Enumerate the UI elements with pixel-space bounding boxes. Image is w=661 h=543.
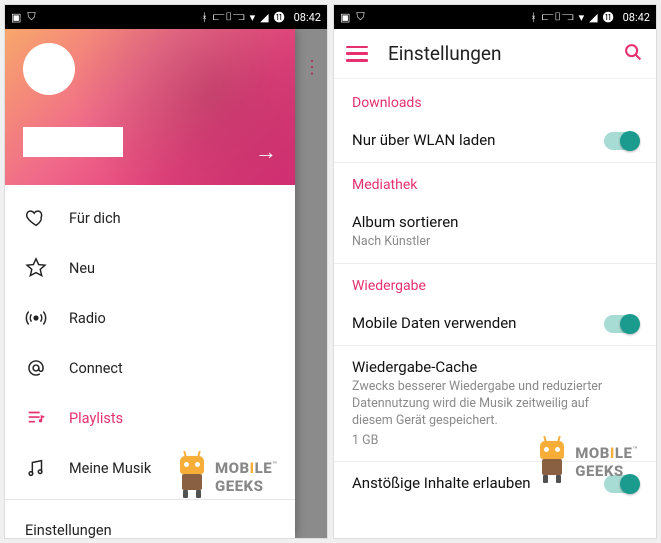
nav-item-my-music[interactable]: Meine Musik: [5, 443, 295, 493]
nav-label: Radio: [69, 310, 106, 327]
nav-item-connect[interactable]: Connect: [5, 343, 295, 393]
setting-title: Wiedergabe-Cache: [352, 358, 638, 376]
setting-title: Mobile Daten verwenden: [352, 314, 604, 332]
nav-label: Meine Musik: [69, 460, 151, 477]
wifi-icon: ▾: [250, 11, 256, 24]
setting-album-sort[interactable]: Album sortieren Nach Künstler: [334, 201, 656, 263]
setting-subtitle: Zwecks besserer Wiedergabe und reduziert…: [352, 379, 638, 430]
at-icon: [25, 357, 47, 379]
screenshot-left: ▣ ⛉ ᚼ ⫍▯⫎ ▾ ◢ ⓫ 08:42 ⋮ →: [4, 4, 328, 539]
nav-item-radio[interactable]: Radio: [5, 293, 295, 343]
playlist-icon: [25, 407, 47, 429]
toggle-switch[interactable]: [604, 132, 638, 150]
shield-icon: ⛉: [27, 10, 35, 24]
page-title: Einstellungen: [388, 42, 602, 65]
app-bar: Einstellungen: [334, 29, 656, 79]
setting-title: Anstößige Inhalte erlauben: [352, 474, 604, 492]
screenshot-right: ▣ ⛉ ᚼ ⫍▯⫎ ▾ ◢ ⓫ 08:42 Einstellungen Down…: [333, 4, 657, 539]
heart-icon: [25, 207, 47, 229]
arrow-right-icon[interactable]: →: [255, 139, 277, 165]
bluetooth-icon: ᚼ: [530, 11, 537, 24]
section-header-mediathek: Mediathek: [334, 163, 656, 201]
nav-label: Für dich: [69, 210, 121, 227]
pause-circle-icon: ⓫: [274, 9, 285, 25]
radio-icon: [25, 307, 47, 329]
avatar[interactable]: [23, 43, 75, 95]
setting-playback-cache[interactable]: Wiedergabe-Cache Zwecks besserer Wiederg…: [334, 346, 656, 462]
hamburger-icon[interactable]: [346, 46, 368, 62]
nav-item-for-you[interactable]: Für dich: [5, 193, 295, 243]
nav-item-new[interactable]: Neu: [5, 243, 295, 293]
setting-explicit-content[interactable]: Anstößige Inhalte erlauben: [334, 462, 656, 505]
setting-subtitle-value: 1 GB: [352, 433, 638, 450]
setting-title: Album sortieren: [352, 213, 638, 231]
nav-label: Playlists: [69, 410, 123, 427]
image-icon: ▣: [11, 11, 21, 24]
status-bar: ▣ ⛉ ᚼ ⫍▯⫎ ▾ ◢ ⓫ 08:42: [5, 5, 327, 29]
signal-icon: ◢: [260, 11, 268, 24]
vibrate-icon: ⫍▯⫎: [213, 10, 245, 24]
overflow-menu-icon[interactable]: ⋮: [303, 65, 319, 71]
star-icon: [25, 257, 47, 279]
section-header-wiedergabe: Wiedergabe: [334, 264, 656, 302]
signal-icon: ◢: [589, 11, 597, 24]
settings-list[interactable]: Downloads Nur über WLAN laden Mediathek …: [334, 79, 656, 538]
nav-label: Connect: [69, 360, 123, 377]
toggle-switch[interactable]: [604, 315, 638, 333]
setting-subtitle: Nach Künstler: [352, 234, 638, 251]
toggle-switch[interactable]: [604, 475, 638, 493]
search-icon[interactable]: [622, 41, 644, 67]
setting-mobile-data[interactable]: Mobile Daten verwenden: [334, 302, 656, 345]
vibrate-icon: ⫍▯⫎: [542, 10, 574, 24]
setting-title: Nur über WLAN laden: [352, 131, 604, 149]
nav-item-playlists[interactable]: Playlists: [5, 393, 295, 443]
pause-circle-icon: ⓫: [603, 9, 614, 25]
status-bar: ▣ ⛉ ᚼ ⫍▯⫎ ▾ ◢ ⓫ 08:42: [334, 5, 656, 29]
divider: [5, 499, 295, 500]
setting-wlan-only[interactable]: Nur über WLAN laden: [334, 119, 656, 162]
navigation-drawer: → Für dich Neu: [5, 29, 295, 538]
music-icon: [25, 457, 47, 479]
drawer-header[interactable]: →: [5, 29, 295, 185]
clock: 08:42: [623, 11, 650, 24]
nav-item-settings[interactable]: Einstellungen: [5, 506, 295, 539]
bluetooth-icon: ᚼ: [201, 11, 208, 24]
wifi-icon: ▾: [579, 11, 585, 24]
nav-label: Einstellungen: [25, 522, 112, 539]
user-name-placeholder: [23, 127, 123, 157]
section-header-downloads: Downloads: [334, 81, 656, 119]
nav-label: Neu: [69, 260, 95, 277]
nav-list: Für dich Neu Radio: [5, 185, 295, 493]
shield-icon: ⛉: [356, 10, 364, 24]
image-icon: ▣: [340, 11, 350, 24]
clock: 08:42: [294, 11, 321, 24]
